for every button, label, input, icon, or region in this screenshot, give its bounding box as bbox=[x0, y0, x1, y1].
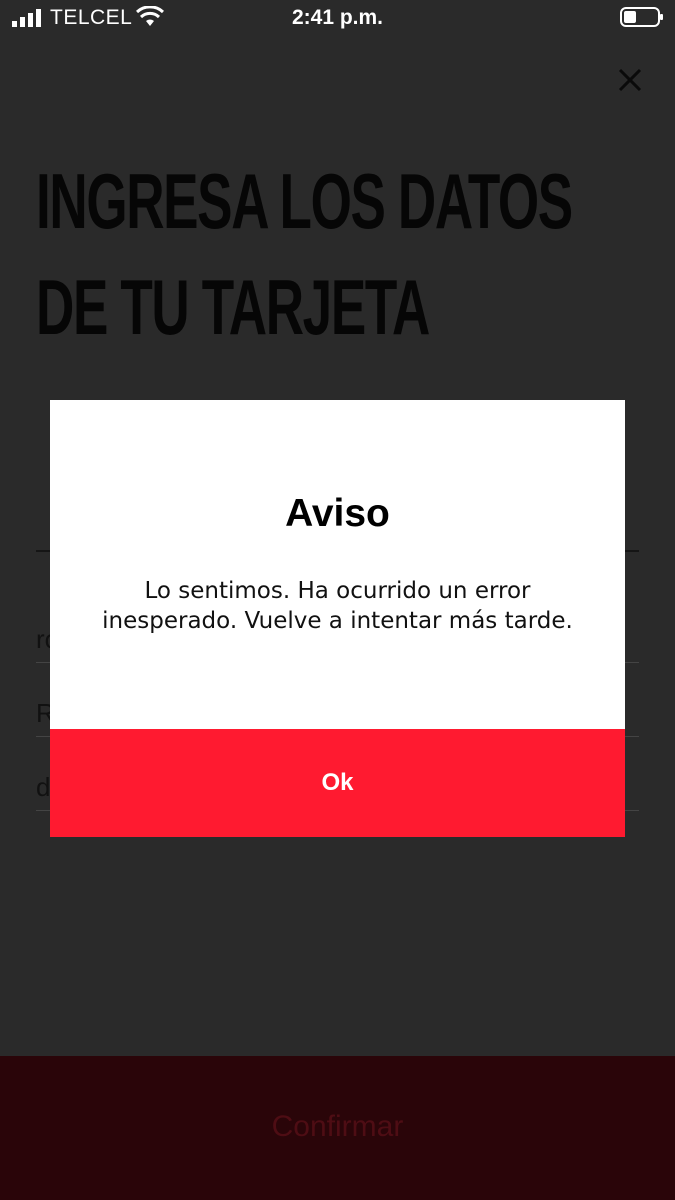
battery-icon bbox=[620, 7, 663, 27]
ok-button[interactable]: Ok bbox=[50, 729, 625, 837]
card-field-3[interactable]: d bbox=[36, 772, 50, 803]
status-time: 2:41 p.m. bbox=[291, 6, 384, 29]
dialog-title: Aviso bbox=[285, 492, 390, 535]
close-icon[interactable] bbox=[612, 62, 648, 98]
confirm-label: Confirmar bbox=[271, 1110, 404, 1143]
status-bar: TELCEL 2:41 p.m. bbox=[0, 0, 675, 38]
dialog-message: Lo sentimos. Ha ocurrido un error inespe… bbox=[102, 578, 573, 634]
page-title: INGRESA LOS DATOS DE TU TARJETA bbox=[36, 157, 573, 351]
